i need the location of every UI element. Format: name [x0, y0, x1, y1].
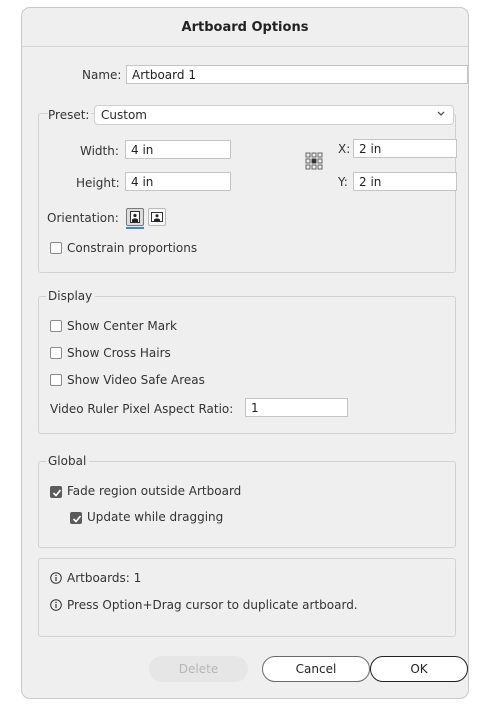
width-field[interactable]: [125, 140, 231, 159]
name-label: Name:: [82, 68, 122, 82]
chevron-down-icon: [437, 111, 445, 116]
checkmark-icon: [72, 515, 82, 523]
update-while-dragging-checkbox[interactable]: [70, 512, 82, 524]
width-label: Width:: [80, 144, 119, 158]
info-icon: [50, 599, 62, 611]
x-field[interactable]: [353, 139, 457, 158]
aspect-ratio-label: Video Ruler Pixel Aspect Ratio:: [50, 402, 234, 416]
duplicate-hint: Press Option+Drag cursor to duplicate ar…: [67, 598, 358, 612]
portrait-orientation-button[interactable]: [126, 208, 144, 226]
ok-button[interactable]: OK: [370, 656, 468, 682]
y-label: Y:: [338, 175, 348, 189]
global-group: [38, 461, 456, 548]
portrait-selected-indicator: [126, 227, 144, 229]
preset-select[interactable]: Custom: [94, 105, 454, 125]
constrain-proportions-label: Constrain proportions: [67, 241, 198, 255]
delete-button[interactable]: Delete: [149, 656, 248, 682]
preset-label: Preset:: [48, 108, 92, 122]
show-cross-hairs-checkbox[interactable]: [50, 347, 62, 359]
show-center-mark-label: Show Center Mark: [67, 319, 177, 333]
info-icon: [50, 572, 62, 584]
title-bar: Artboard Options: [22, 8, 468, 47]
global-legend: Global: [46, 454, 90, 468]
landscape-icon: [151, 212, 163, 222]
portrait-icon: [130, 211, 140, 223]
x-label: X:: [338, 142, 351, 156]
show-center-mark-checkbox[interactable]: [50, 320, 62, 332]
aspect-ratio-field[interactable]: [245, 398, 348, 417]
show-video-safe-areas-checkbox[interactable]: [50, 374, 62, 386]
artboard-options-dialog: Artboard Options Name: Preset: Custom Wi…: [21, 7, 469, 699]
name-field[interactable]: [126, 65, 468, 84]
height-field[interactable]: [125, 172, 231, 191]
orientation-label: Orientation:: [47, 211, 119, 225]
show-cross-hairs-label: Show Cross Hairs: [67, 346, 171, 360]
landscape-orientation-button[interactable]: [148, 208, 166, 226]
display-legend: Display: [46, 289, 96, 303]
reference-point-icon[interactable]: [305, 152, 323, 170]
artboards-count: Artboards: 1: [67, 571, 142, 585]
constrain-proportions-checkbox[interactable]: [50, 242, 62, 254]
show-video-safe-areas-label: Show Video Safe Areas: [67, 373, 205, 387]
height-label: Height:: [76, 176, 120, 190]
checkmark-icon: [52, 489, 62, 497]
update-while-dragging-label: Update while dragging: [87, 510, 224, 524]
y-field[interactable]: [353, 172, 457, 191]
fade-region-checkbox[interactable]: [50, 486, 62, 498]
preset-value: Custom: [101, 108, 147, 122]
cancel-button[interactable]: Cancel: [262, 656, 370, 682]
fade-region-label: Fade region outside Artboard: [67, 484, 242, 498]
dialog-title: Artboard Options: [181, 19, 309, 35]
